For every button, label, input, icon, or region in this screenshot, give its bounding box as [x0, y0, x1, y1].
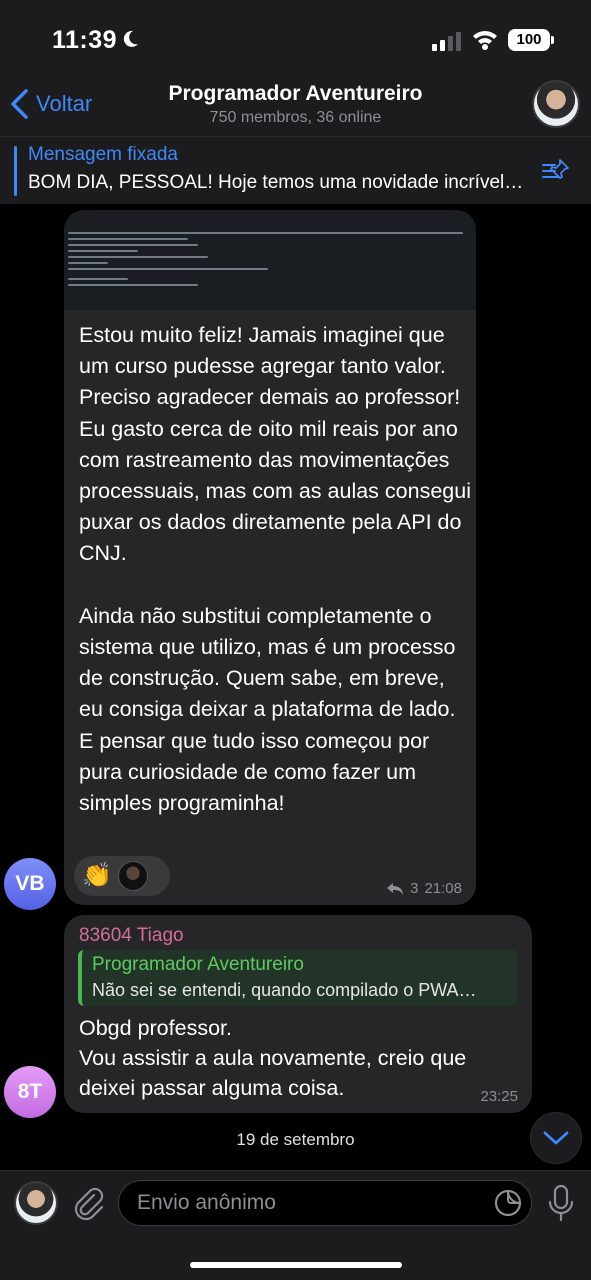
chat-title[interactable]: Programador Aventureiro [0, 82, 591, 106]
avatar[interactable]: 8T [4, 1066, 56, 1118]
status-time: 11:39 [52, 26, 118, 54]
pinned-text: BOM DIA, PESSOAL! Hoje temos uma novidad… [28, 172, 524, 193]
avatar[interactable]: VB [4, 858, 56, 910]
status-bar: 11:39 100 [0, 0, 591, 78]
message-bubble[interactable]: Estou muito feliz! Jamais imaginei que u… [64, 210, 476, 905]
terminal-line [68, 232, 463, 234]
terminal-line [68, 284, 198, 286]
message-time: 23:25 [480, 1088, 518, 1105]
chevron-down-icon [543, 1131, 569, 1145]
chat-header: Voltar Programador Aventureiro 750 membr… [0, 78, 591, 136]
terminal-line [68, 244, 198, 246]
sender-name[interactable]: 83604 Tiago [79, 925, 184, 947]
signal-icon [432, 32, 461, 51]
message-text: Estou muito feliz! Jamais imaginei que u… [79, 323, 471, 816]
sticker-icon[interactable] [494, 1189, 522, 1217]
reactor-avatar [118, 861, 148, 891]
message-text: Obgd professor. Vou assistir a aula nova… [79, 1016, 467, 1100]
message-bubble[interactable]: 83604 Tiago Programador Aventureiro Não … [64, 915, 532, 1113]
reply-icon[interactable] [386, 882, 404, 896]
terminal-line [68, 268, 268, 270]
date-separator: 19 de setembro [236, 1130, 355, 1149]
pin-list-icon[interactable] [541, 157, 571, 185]
channel-avatar[interactable] [532, 80, 580, 128]
moon-icon [123, 30, 138, 47]
quote-text: Não sei se entendi, quando compilado o P… [92, 980, 477, 1000]
reactions[interactable]: 👏 [74, 856, 170, 896]
pinned-indicator [14, 146, 17, 196]
quote-author: Programador Aventureiro [92, 954, 304, 975]
pinned-message-bar[interactable]: Mensagem fixada BOM DIA, PESSOAL! Hoje t… [0, 136, 591, 204]
message-meta: 3 21:08 [386, 880, 462, 897]
chat-subtitle: 750 membros, 36 online [209, 109, 382, 126]
attach-icon[interactable] [72, 1185, 104, 1221]
battery-indicator: 100 [508, 29, 550, 51]
wifi-icon [473, 31, 497, 50]
terminal-line [68, 278, 128, 280]
clap-reaction[interactable]: 👏 [82, 861, 112, 891]
battery-tip [551, 36, 554, 44]
message-input[interactable]: Envio anônimo [118, 1180, 532, 1226]
terminal-line [68, 256, 208, 258]
microphone-icon[interactable] [548, 1184, 574, 1222]
reply-count[interactable]: 3 [410, 880, 418, 897]
terminal-line [68, 262, 108, 264]
scroll-down-button[interactable] [530, 1112, 582, 1164]
terminal-line [68, 238, 188, 240]
terminal-line [68, 250, 138, 252]
message-image[interactable] [64, 210, 476, 310]
home-indicator [190, 1262, 402, 1268]
pinned-label: Mensagem fixada [28, 144, 178, 165]
reply-quote[interactable]: Programador Aventureiro Não sei se enten… [78, 950, 518, 1006]
message-time: 21:08 [424, 880, 462, 897]
sender-avatar[interactable] [14, 1181, 58, 1225]
